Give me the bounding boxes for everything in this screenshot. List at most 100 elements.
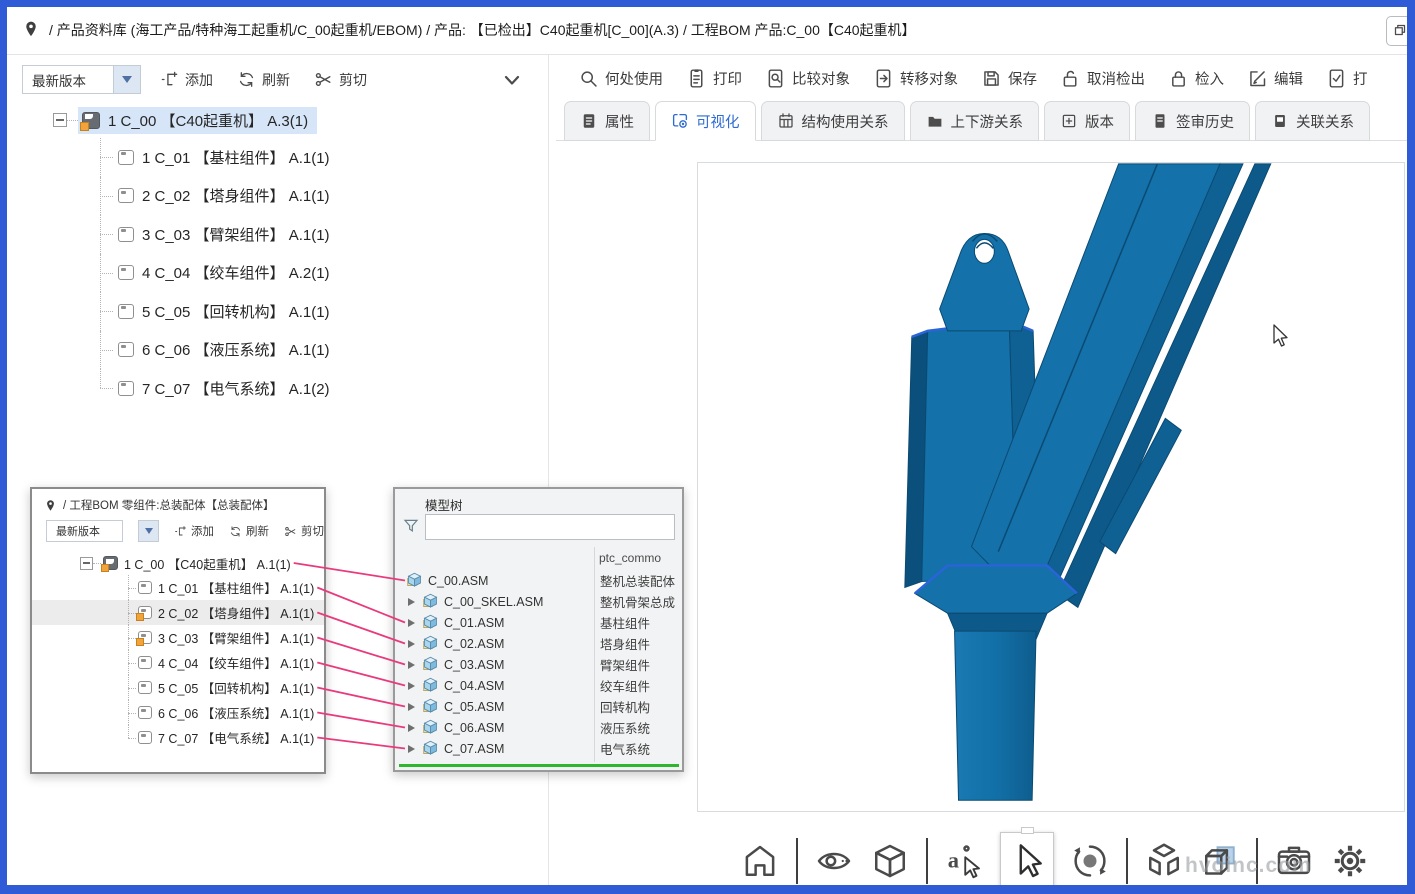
tree-row-label: 3 C_03 【臂架组件】 A.1(1) [142,224,330,245]
progress-green-bar [399,764,679,767]
toolbar-expand-button[interactable] [500,68,524,92]
home-button[interactable] [740,841,780,881]
toolbar-action-button[interactable]: 剪切 [314,70,367,90]
tree-row[interactable]: 6 C_06 【液压系统】 A.1(1) [32,700,324,725]
action-button[interactable]: 转移对象 [873,68,958,89]
tree-row-label: 2 C_02 【塔身组件】 A.1(1) [142,185,330,206]
overlay-version-caret-button[interactable] [138,520,159,542]
crane-3d-model[interactable] [698,163,1404,811]
3d-viewport[interactable] [697,162,1405,812]
expand-arrow-icon[interactable] [408,682,415,690]
toolbar-action-button[interactable]: 刷新 [237,70,290,90]
model-tree-row[interactable]: C_07.ASM 电气系统 [395,738,682,759]
version-filter-select[interactable]: 最新版本 [22,65,114,94]
action-label: 何处使用 [605,68,663,89]
overlay-breadcrumb-bar: / 工程BOM 零组件:总装配体【总装配体】 [32,489,324,513]
toolbar-divider [926,838,928,884]
model-name: C_03.ASM [444,658,504,672]
overlay-toolbar: 最新版本 添加 刷新 剪切 [32,520,324,542]
tree-row[interactable]: 7 C_07 【电气系统】 A.1(2) [8,369,545,408]
tree-row[interactable]: 5 C_05 【回转机构】 A.1(1) [8,292,545,331]
model-tree-row[interactable]: C_00.ASM 整机总装配体 [395,570,682,591]
expand-minus-icon[interactable] [80,557,93,570]
model-name: C_00_SKEL.ASM [444,595,543,609]
tree-row[interactable]: 4 C_04 【绞车组件】 A.1(1) [32,650,324,675]
model-tree-filter-input[interactable] [425,514,675,540]
expand-arrow-icon[interactable] [408,598,415,606]
tree-row[interactable]: 2 C_02 【塔身组件】 A.1(1) [8,177,545,216]
action-button[interactable]: 打印 [686,68,742,89]
expand-arrow-icon[interactable] [408,703,415,711]
action-button[interactable]: 比较对象 [765,68,850,89]
settings-button[interactable] [1330,841,1370,881]
tree-row[interactable]: 3 C_03 【臂架组件】 A.1(1) [32,625,324,650]
action-button[interactable]: 打 [1326,68,1368,89]
tree-row[interactable]: 7 C_07 【电气系统】 A.1(1) [32,725,324,750]
tree-row[interactable]: 2 C_02 【塔身组件】 A.1(1) [32,600,324,625]
orbit-button[interactable] [1070,841,1110,881]
tree-row[interactable]: 3 C_03 【臂架组件】 A.1(1) [8,215,545,254]
tab[interactable]: 版本 [1044,101,1130,141]
visibility-button[interactable] [814,841,854,881]
action-button[interactable]: 检入 [1168,68,1224,89]
tree-row[interactable]: 1 C_01 【基柱组件】 A.1(1) [32,575,324,600]
tree-row[interactable]: 1 C_00 【C40起重机】 A.3(1) [8,102,545,138]
expand-minus-icon[interactable] [53,113,67,127]
model-name: C_02.ASM [444,637,504,651]
model-tree-window: 模型树 ptc_commo C_00.ASM 整机总装配体 C_00_SKEL.… [393,487,684,772]
overlay-action-button[interactable]: 剪切 [284,523,324,539]
annotation-select-button[interactable]: a [944,841,984,881]
model-tree-row[interactable]: C_01.ASM 基柱组件 [395,612,682,633]
tree-row[interactable]: 4 C_04 【绞车组件】 A.2(1) [8,254,545,293]
expand-arrow-icon[interactable] [408,640,415,648]
model-tree-row[interactable]: C_04.ASM 绞车组件 [395,675,682,696]
toolbar-divider [796,838,798,884]
expand-arrow-icon[interactable] [408,724,415,732]
part-icon [118,381,134,396]
tree-row[interactable]: 1 C_00 【C40起重机】 A.1(1) [32,551,324,575]
tree-row[interactable]: 5 C_05 【回转机构】 A.1(1) [32,675,324,700]
filter-funnel-icon[interactable] [402,517,420,535]
overlay-version-select[interactable]: 最新版本 [46,520,123,542]
tab[interactable]: 结构使用关系 [761,101,905,141]
explode-button[interactable] [1144,841,1184,881]
tab-label: 可视化 [696,111,740,132]
shaded-cube-button[interactable] [870,841,910,881]
model-tree-row[interactable]: C_05.ASM 回转机构 [395,696,682,717]
compare-icon [765,68,786,89]
window-frame-left [0,0,7,894]
expand-arrow-icon[interactable] [408,745,415,753]
assembly-cube-icon [422,719,439,736]
expand-arrow-icon[interactable] [408,661,415,669]
expand-arrow-icon[interactable] [408,619,415,627]
action-button[interactable]: 取消检出 [1060,68,1145,89]
version-filter-caret-button[interactable] [113,65,141,94]
unlock-icon [1060,68,1081,89]
action-button[interactable]: 何处使用 [578,68,663,89]
model-name: C_06.ASM [444,721,504,735]
pointer-button[interactable] [1007,841,1047,881]
tree-row[interactable]: 6 C_06 【液压系统】 A.1(1) [8,331,545,370]
model-tree-row[interactable]: C_00_SKEL.ASM 整机骨架总成 [395,591,682,612]
tab[interactable]: 可视化 [655,101,756,141]
model-tree-row[interactable]: C_03.ASM 臂架组件 [395,654,682,675]
tab[interactable]: 关联关系 [1255,101,1370,141]
tab[interactable]: 属性 [564,101,650,141]
action-label: 打 [1353,68,1368,89]
toolbar-action-button[interactable]: 添加 [160,70,213,90]
model-tree-row[interactable]: C_06.ASM 液压系统 [395,717,682,738]
window-frame-bottom [0,885,1415,894]
svg-text:a: a [948,847,959,872]
overlay-action-button[interactable]: 添加 [174,523,214,539]
tab[interactable]: 签审历史 [1135,101,1250,141]
tree-row[interactable]: 1 C_01 【基柱组件】 A.1(1) [8,138,545,177]
tree-connector [93,563,101,564]
overlay-action-button[interactable]: 刷新 [229,523,269,539]
tab[interactable]: 上下游关系 [910,101,1040,141]
caret-down-icon [145,528,153,534]
action-button[interactable]: 保存 [981,68,1037,89]
model-tree-row[interactable]: C_02.ASM 塔身组件 [395,633,682,654]
column-header: ptc_commo [599,551,681,565]
action-button[interactable]: 编辑 [1247,68,1303,89]
part-icon [118,150,134,165]
